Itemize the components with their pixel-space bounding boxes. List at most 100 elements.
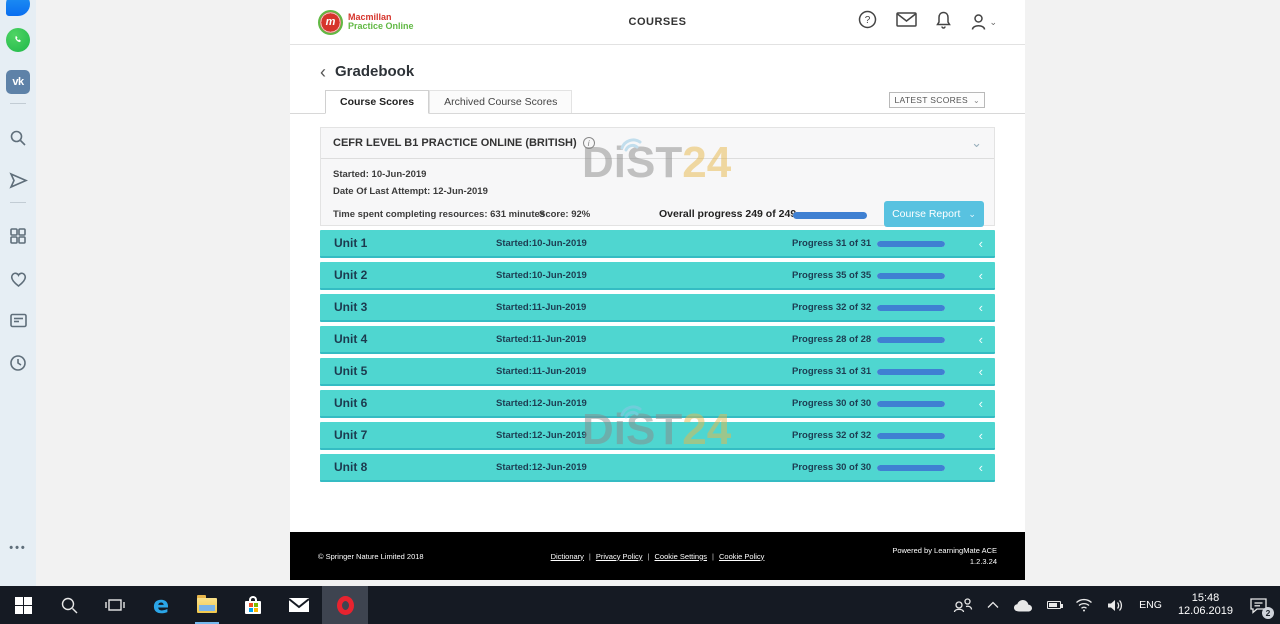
unit-label: Unit 8: [334, 460, 367, 474]
browser-sidebar: vk •••: [0, 0, 36, 586]
unit-label: Unit 6: [334, 396, 367, 410]
notifications-bell-icon[interactable]: [936, 11, 951, 34]
unit-progress-bar: [877, 273, 945, 279]
taskbar-date: 12.06.2019: [1178, 605, 1233, 619]
unit-progress-bar: [877, 337, 945, 343]
action-center-icon[interactable]: 2: [1241, 586, 1280, 624]
unit-progress-bar: [877, 433, 945, 439]
chevron-down-icon: ⌄: [973, 96, 980, 105]
unit-row[interactable]: Unit 3 Started:11-Jun-2019 Progress 32 o…: [320, 294, 995, 322]
mail-icon[interactable]: [896, 12, 917, 32]
footer-link-cookie-settings[interactable]: Cookie Settings: [655, 552, 708, 561]
info-icon[interactable]: i: [583, 137, 595, 149]
unit-row[interactable]: Unit 6 Started:12-Jun-2019 Progress 30 o…: [320, 390, 995, 418]
scores-filter-dropdown[interactable]: LATEST SCORES ⌄: [889, 92, 985, 108]
windows-taskbar: e ENG 15:48 12.06.2019: [0, 586, 1280, 624]
people-icon[interactable]: [946, 586, 980, 624]
unit-progress-label: Progress 28 of 28: [792, 334, 871, 345]
unit-row[interactable]: Unit 5 Started:11-Jun-2019 Progress 31 o…: [320, 358, 995, 386]
unit-progress-label: Progress 30 of 30: [792, 462, 871, 473]
taskbar-clock[interactable]: 15:48 12.06.2019: [1170, 592, 1241, 619]
unit-started-date: Started:12-Jun-2019: [496, 398, 587, 409]
messenger-icon[interactable]: [6, 0, 30, 16]
unit-expand-chevron-icon[interactable]: ‹: [979, 236, 983, 251]
file-explorer-icon[interactable]: [184, 586, 230, 624]
page-title: Gradebook: [335, 63, 414, 80]
back-chevron-icon[interactable]: ‹: [320, 65, 326, 79]
overall-progress-bar: [793, 212, 867, 219]
unit-progress-label: Progress 35 of 35: [792, 270, 871, 281]
mail-app-icon[interactable]: [276, 586, 322, 624]
unit-started-date: Started:11-Jun-2019: [496, 334, 586, 345]
opera-icon[interactable]: [322, 586, 368, 624]
search-icon[interactable]: [6, 126, 30, 150]
unit-started-date: Started:11-Jun-2019: [496, 366, 586, 377]
course-report-button[interactable]: Course Report ⌄: [884, 201, 984, 227]
help-icon[interactable]: ?: [858, 10, 877, 34]
vk-icon[interactable]: vk: [6, 70, 30, 94]
sidebar-divider: [10, 202, 26, 203]
unit-started-date: Started:10-Jun-2019: [496, 270, 587, 281]
unit-label: Unit 2: [334, 268, 367, 282]
course-collapse-chevron-icon[interactable]: ⌄: [971, 135, 982, 151]
tab-course-scores[interactable]: Course Scores: [325, 90, 429, 114]
course-panel: CEFR LEVEL B1 PRACTICE ONLINE (BRITISH) …: [320, 127, 995, 226]
unit-started-date: Started:10-Jun-2019: [496, 238, 587, 249]
bookmarks-heart-icon[interactable]: [6, 267, 30, 291]
unit-row[interactable]: Unit 2 Started:10-Jun-2019 Progress 35 o…: [320, 262, 995, 290]
footer-link-privacy-policy[interactable]: Privacy Policy: [596, 552, 643, 561]
personal-news-icon[interactable]: [6, 308, 30, 332]
task-view-icon[interactable]: [92, 586, 138, 624]
unit-expand-chevron-icon[interactable]: ‹: [979, 268, 983, 283]
course-last-attempt: Date Of Last Attempt: 12-Jun-2019: [333, 186, 488, 197]
unit-started-date: Started:11-Jun-2019: [496, 302, 586, 313]
language-indicator[interactable]: ENG: [1131, 599, 1170, 611]
footer-link-cookie-policy[interactable]: Cookie Policy: [719, 552, 764, 561]
unit-list: Unit 1 Started:10-Jun-2019 Progress 31 o…: [320, 230, 995, 482]
unit-progress-label: Progress 31 of 31: [792, 238, 871, 249]
course-time-spent: Time spent completing resources: 631 min…: [333, 209, 545, 220]
wifi-icon[interactable]: [1068, 586, 1100, 624]
unit-expand-chevron-icon[interactable]: ‹: [979, 300, 983, 315]
tabs-bar: Course Scores Archived Course Scores LAT…: [290, 90, 1025, 114]
start-icon[interactable]: [0, 586, 46, 624]
unit-row[interactable]: Unit 4 Started:11-Jun-2019 Progress 28 o…: [320, 326, 995, 354]
taskbar-search-icon[interactable]: [46, 586, 92, 624]
unit-label: Unit 1: [334, 236, 367, 250]
onedrive-cloud-icon[interactable]: [1006, 586, 1040, 624]
unit-expand-chevron-icon[interactable]: ‹: [979, 396, 983, 411]
sidebar-more-icon[interactable]: •••: [6, 536, 30, 560]
course-title: CEFR LEVEL B1 PRACTICE ONLINE (BRITISH): [333, 137, 577, 149]
tab-archived-course-scores[interactable]: Archived Course Scores: [429, 90, 572, 113]
unit-progress-label: Progress 31 of 31: [792, 366, 871, 377]
unit-row[interactable]: Unit 7 Started:12-Jun-2019 Progress 32 o…: [320, 422, 995, 450]
my-flow-icon[interactable]: [6, 168, 30, 192]
unit-progress-label: Progress 30 of 30: [792, 398, 871, 409]
tray-chevron-icon[interactable]: [980, 586, 1006, 624]
store-icon[interactable]: [230, 586, 276, 624]
history-clock-icon[interactable]: [6, 351, 30, 375]
speed-dial-icon[interactable]: [6, 224, 30, 248]
whatsapp-icon[interactable]: [6, 28, 30, 52]
unit-label: Unit 7: [334, 428, 367, 442]
edge-icon[interactable]: e: [138, 586, 184, 624]
unit-expand-chevron-icon[interactable]: ‹: [979, 364, 983, 379]
unit-label: Unit 5: [334, 364, 367, 378]
page-footer: © Springer Nature Limited 2018 Dictionar…: [290, 532, 1025, 580]
battery-icon[interactable]: [1040, 586, 1068, 624]
site-header: m Macmillan Practice Online COURSES ?: [290, 0, 1025, 45]
mpo-page: m Macmillan Practice Online COURSES ?: [290, 0, 1025, 580]
unit-progress-bar: [877, 401, 945, 407]
unit-progress-label: Progress 32 of 32: [792, 430, 871, 441]
footer-link-dictionary[interactable]: Dictionary: [551, 552, 584, 561]
unit-row[interactable]: Unit 1 Started:10-Jun-2019 Progress 31 o…: [320, 230, 995, 258]
overall-progress-label: Overall progress 249 of 249: [659, 208, 796, 220]
unit-row[interactable]: Unit 8 Started:12-Jun-2019 Progress 30 o…: [320, 454, 995, 482]
course-score: Score: 92%: [539, 209, 590, 220]
unit-label: Unit 3: [334, 300, 367, 314]
unit-expand-chevron-icon[interactable]: ‹: [979, 460, 983, 475]
account-icon[interactable]: ⌄: [970, 13, 997, 31]
unit-expand-chevron-icon[interactable]: ‹: [979, 428, 983, 443]
unit-expand-chevron-icon[interactable]: ‹: [979, 332, 983, 347]
volume-icon[interactable]: [1100, 586, 1131, 624]
